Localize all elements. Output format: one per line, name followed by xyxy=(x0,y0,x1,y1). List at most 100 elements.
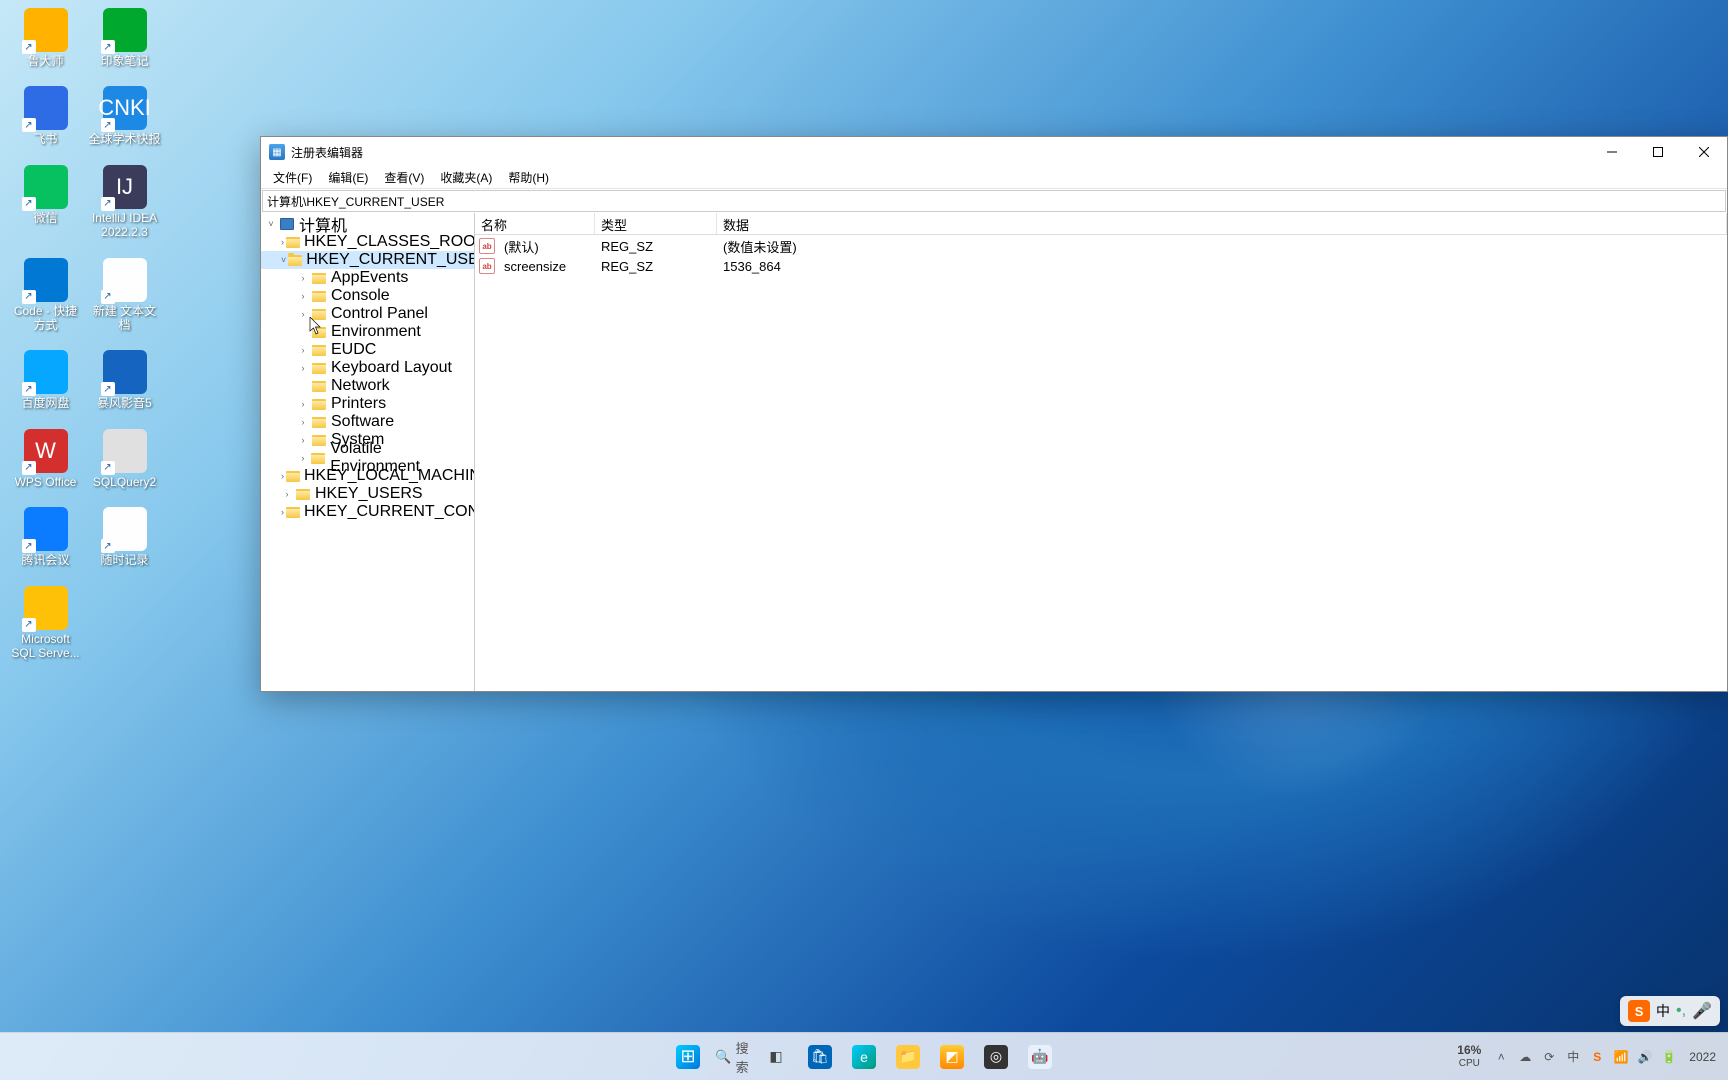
tree-node[interactable]: › Software xyxy=(261,413,474,431)
menu-item[interactable]: 帮助(H) xyxy=(500,167,557,188)
tree-node[interactable]: › Keyboard Layout xyxy=(261,359,474,377)
shortcut-arrow-icon: ↗ xyxy=(22,40,36,54)
registry-tree-pane[interactable]: ˅ 计算机 › HKEY_CLASSES_ROOT ˅ HKEY_CURRENT… xyxy=(261,213,475,691)
taskbar-search[interactable]: 🔍 搜索 xyxy=(712,1037,752,1077)
close-button[interactable] xyxy=(1681,137,1727,167)
ime-language-label: 中 xyxy=(1656,1001,1670,1021)
app-icon: W↗ xyxy=(24,429,68,473)
desktop-icon-label: 百度网盘 xyxy=(21,396,69,410)
app-icon: ↗ xyxy=(24,86,68,130)
tree-expander-icon[interactable]: › xyxy=(297,453,309,463)
registry-value-row[interactable]: ab screensize REG_SZ 1536_864 xyxy=(475,256,1727,276)
start-button[interactable]: ⊞ xyxy=(668,1037,708,1077)
edge-browser-icon[interactable]: e xyxy=(844,1037,884,1077)
desktop-icon-label: 暴风影音5 xyxy=(97,396,152,410)
desktop-icon[interactable]: ↗腾讯会议 xyxy=(8,507,83,567)
tree-expander-icon[interactable]: › xyxy=(281,471,284,481)
tree-expander-icon[interactable]: › xyxy=(297,309,309,319)
menu-item[interactable]: 查看(V) xyxy=(376,167,432,188)
tree-node[interactable]: › HKEY_CLASSES_ROOT xyxy=(261,233,474,251)
tree-expander-icon[interactable]: ˅ xyxy=(265,219,277,229)
value-type: REG_SZ xyxy=(595,237,717,256)
wifi-icon[interactable]: 📶 xyxy=(1611,1047,1631,1067)
tree-node[interactable]: › Printers xyxy=(261,395,474,413)
menu-item[interactable]: 文件(F) xyxy=(265,167,320,188)
tree-node[interactable]: ˅ 计算机 xyxy=(261,215,474,233)
battery-icon[interactable]: 🔋 xyxy=(1659,1047,1679,1067)
tray-chevron-up-icon[interactable]: ˄ xyxy=(1491,1047,1511,1067)
app-icon-1[interactable]: ◩ xyxy=(932,1037,972,1077)
tray-sync-icon[interactable]: ⟳ xyxy=(1539,1047,1559,1067)
app-icon-2[interactable]: ◎ xyxy=(976,1037,1016,1077)
tree-expander-icon[interactable]: › xyxy=(297,291,309,301)
tree-node[interactable]: › HKEY_LOCAL_MACHINE xyxy=(261,467,474,485)
desktop-icon-label: IntelliJ IDEA 2022.2.3 xyxy=(87,211,162,240)
desktop-icon[interactable]: ↗Microsoft SQL Serve... xyxy=(8,586,83,661)
desktop-icon[interactable]: ↗鲁大师 xyxy=(8,8,83,68)
registry-value-row[interactable]: ab (默认) REG_SZ (数值未设置) xyxy=(475,236,1727,256)
tree-node[interactable]: Environment xyxy=(261,323,474,341)
maximize-button[interactable] xyxy=(1635,137,1681,167)
volume-icon[interactable]: 🔊 xyxy=(1635,1047,1655,1067)
file-explorer-icon[interactable]: 📁 xyxy=(888,1037,928,1077)
window-titlebar[interactable]: ▦ 注册表编辑器 xyxy=(261,137,1727,167)
folder-icon xyxy=(311,433,327,447)
tree-node[interactable]: › HKEY_CURRENT_CONFIG xyxy=(261,503,474,521)
registry-value-list-pane[interactable]: 名称 类型 数据 ab (默认) REG_SZ (数值未设置)ab screen… xyxy=(475,213,1727,691)
taskbar-clock[interactable]: 2022 xyxy=(1683,1050,1722,1064)
menu-item[interactable]: 编辑(E) xyxy=(320,167,376,188)
tree-node[interactable]: › Control Panel xyxy=(261,305,474,323)
tree-expander-icon[interactable]: › xyxy=(297,345,309,355)
desktop-icon[interactable]: ↗百度网盘 xyxy=(8,350,83,410)
shortcut-arrow-icon: ↗ xyxy=(22,197,36,211)
column-header-type[interactable]: 类型 xyxy=(595,213,717,234)
desktop-icon[interactable]: IJ↗IntelliJ IDEA 2022.2.3 xyxy=(87,165,162,240)
tree-node[interactable]: › AppEvents xyxy=(261,269,474,287)
minimize-button[interactable] xyxy=(1589,137,1635,167)
folder-icon xyxy=(311,271,327,285)
desktop-icon[interactable]: W↗WPS Office xyxy=(8,429,83,489)
tree-expander-icon[interactable]: › xyxy=(281,237,284,247)
desktop-icon[interactable]: ↗Code - 快捷方式 xyxy=(8,258,83,333)
desktop-icon[interactable]: ↗SQLQuery2 xyxy=(87,429,162,489)
tree-node[interactable]: › EUDC xyxy=(261,341,474,359)
tree-node[interactable]: Network xyxy=(261,377,474,395)
tree-expander-icon[interactable]: › xyxy=(281,507,284,517)
onedrive-icon[interactable]: ☁ xyxy=(1515,1047,1535,1067)
app-icon-3[interactable]: 🤖 xyxy=(1020,1037,1060,1077)
folder-icon xyxy=(311,397,327,411)
sogou-ime-icon[interactable]: S xyxy=(1587,1047,1607,1067)
tree-expander-icon[interactable]: › xyxy=(297,273,309,283)
tree-node[interactable]: › Volatile Environment xyxy=(261,449,474,467)
desktop-icon[interactable]: ↗暴风影音5 xyxy=(87,350,162,410)
column-header-name[interactable]: 名称 xyxy=(475,213,595,234)
menu-item[interactable]: 收藏夹(A) xyxy=(432,167,500,188)
desktop-icon[interactable]: ↗微信 xyxy=(8,165,83,240)
desktop-icon[interactable]: CNKI↗全球学术快报 xyxy=(87,86,162,146)
tree-expander-icon[interactable]: › xyxy=(297,435,309,445)
tree-expander-icon[interactable]: › xyxy=(297,363,309,373)
tree-node[interactable]: › HKEY_USERS xyxy=(261,485,474,503)
app-icon: ↗ xyxy=(24,350,68,394)
tree-node[interactable]: ˅ HKEY_CURRENT_USER xyxy=(261,251,474,269)
tree-node[interactable]: › Console xyxy=(261,287,474,305)
value-data: 1536_864 xyxy=(717,257,1727,276)
cpu-usage-widget[interactable]: 16% CPU xyxy=(1451,1044,1487,1068)
desktop-icon[interactable]: W↗随时记录 xyxy=(87,507,162,567)
address-bar[interactable]: 计算机\HKEY_CURRENT_USER xyxy=(262,190,1726,212)
desktop-icon[interactable]: ↗飞书 xyxy=(8,86,83,146)
desktop-icon[interactable]: ↗新建 文本文档 xyxy=(87,258,162,333)
tree-expander-icon[interactable]: › xyxy=(297,399,309,409)
desktop-icon[interactable]: ↗印象笔记 xyxy=(87,8,162,68)
microsoft-store-icon[interactable]: 🛍 xyxy=(800,1037,840,1077)
ime-floating-indicator[interactable]: S 中 •, 🎤 xyxy=(1620,996,1720,1026)
tree-node-label: HKEY_CLASSES_ROOT xyxy=(302,233,475,251)
ime-tray-icon[interactable]: 中 xyxy=(1563,1047,1583,1067)
column-header-data[interactable]: 数据 xyxy=(717,213,1727,234)
task-view-button[interactable]: ◧ xyxy=(756,1037,796,1077)
tree-expander-icon[interactable]: › xyxy=(297,417,309,427)
shortcut-arrow-icon: ↗ xyxy=(22,382,36,396)
tree-expander-icon[interactable]: ˅ xyxy=(281,255,286,265)
tree-expander-icon[interactable]: › xyxy=(281,489,293,499)
shortcut-arrow-icon: ↗ xyxy=(101,461,115,475)
